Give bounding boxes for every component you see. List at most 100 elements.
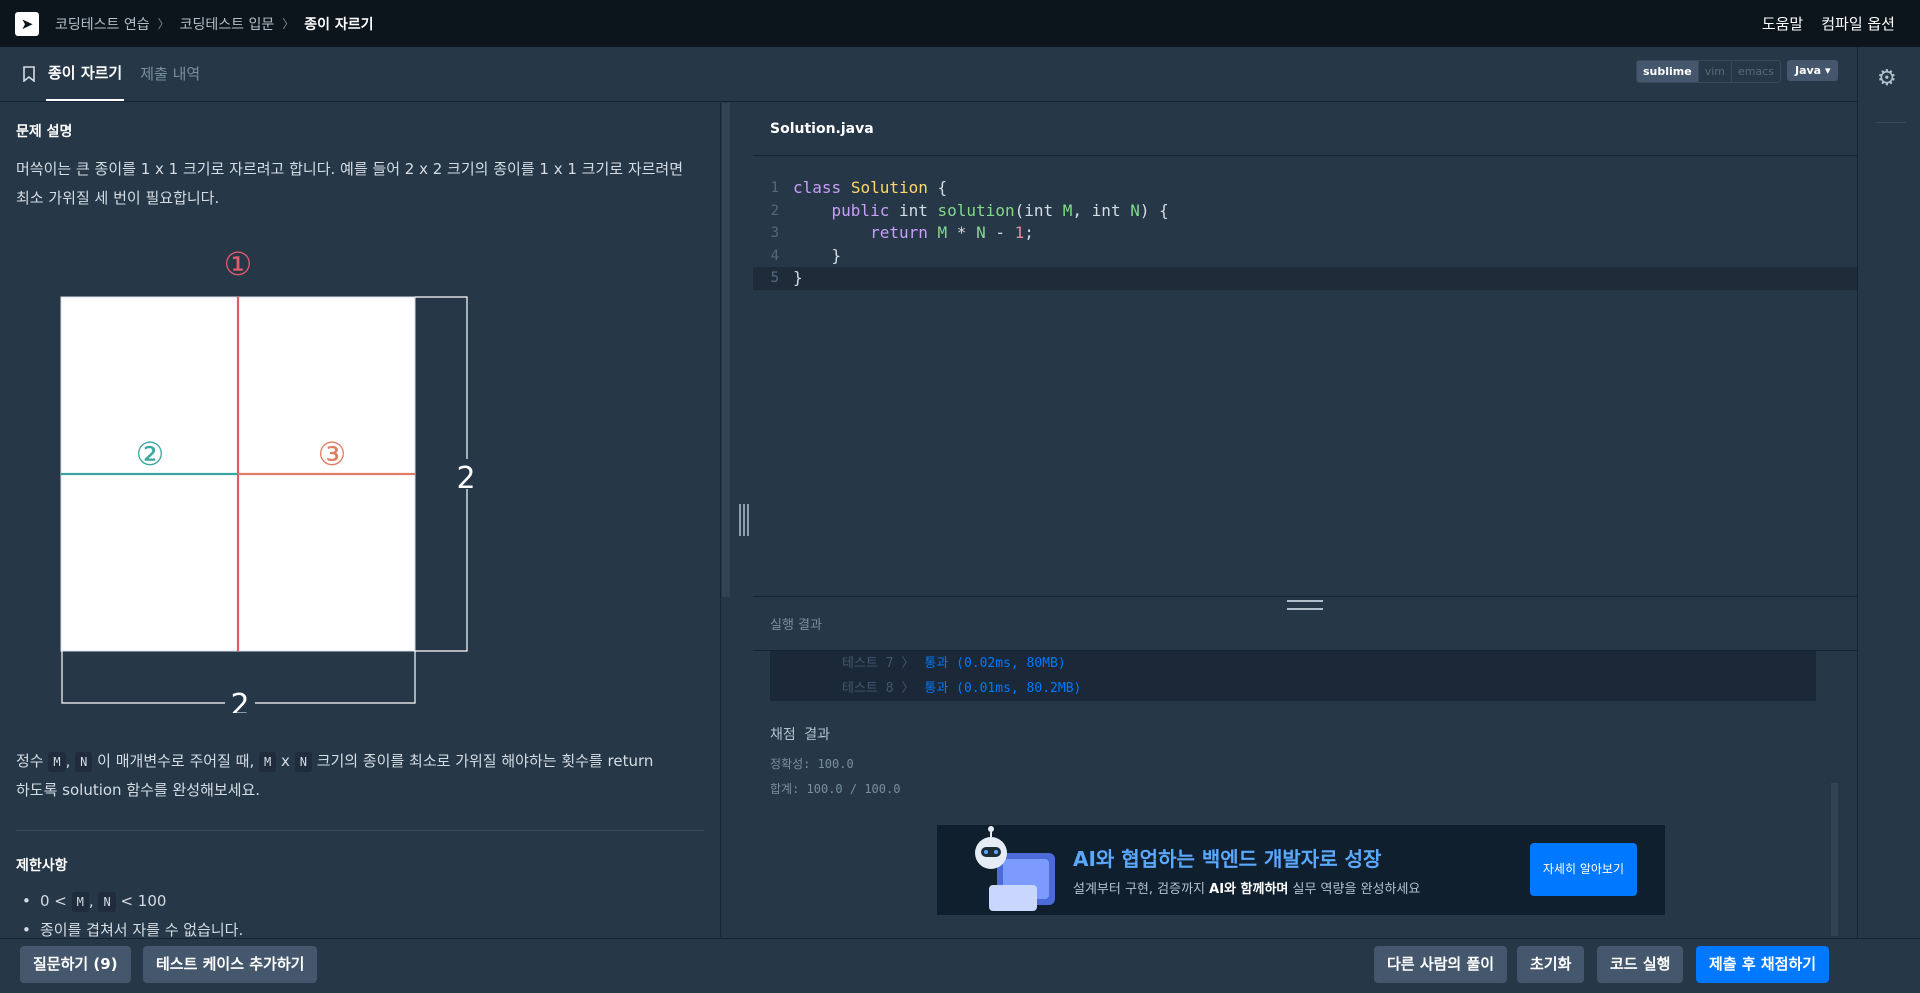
side-length-bottom: 2 [230, 688, 249, 713]
breadcrumb-item-current: 종이 자르기 [304, 16, 374, 33]
language-label: Java [1795, 64, 1822, 77]
banner-text: AI와 협업하는 백엔드 개발자로 성장 설계부터 구현, 검증까지 AI와 함… [1073, 843, 1420, 897]
output-scrollbar[interactable] [1831, 783, 1838, 936]
test-result-row: 테스트 8 〉 통과 (0.01ms, 80.2MB) [842, 676, 1816, 701]
code-editor[interactable]: 1 class Solution { 2 public int solution(… [753, 157, 1857, 595]
text: 설계부터 구현, 검증까지 [1073, 882, 1210, 897]
desc-line-2: 최소 가위질 세 번이 필요합니다. [16, 189, 220, 207]
breadcrumb-item-practice[interactable]: 코딩테스트 연습 [55, 14, 150, 34]
ask-question-button[interactable]: 질문하기 (9) [20, 946, 131, 983]
language-select[interactable]: Java ▾ [1787, 60, 1839, 81]
problem-description: 머쓱이는 큰 종이를 1 x 1 크기로 자르려고 합니다. 예를 들어 2 x… [16, 155, 716, 213]
problem-tabbar: 종이 자르기 제출 내역 [0, 47, 1857, 102]
breadcrumb: 코딩테스트 연습 〉 코딩테스트 입문 〉 종이 자르기 [55, 14, 374, 34]
ad-banner[interactable]: AI와 협업하는 백엔드 개발자로 성장 설계부터 구현, 검증까지 AI와 함… [937, 825, 1665, 915]
editor-mode-toggle: sublime vim emacs [1636, 60, 1782, 83]
top-navbar: ➤ 코딩테스트 연습 〉 코딩테스트 입문 〉 종이 자르기 도움말 컴파일 옵… [0, 0, 1920, 47]
add-test-case-button[interactable]: 테스트 케이스 추가하기 [143, 946, 318, 983]
banner-title: AI와 협업하는 백엔드 개발자로 성장 [1073, 847, 1382, 871]
gear-icon[interactable]: ⚙ [1877, 66, 1897, 91]
help-link[interactable]: 도움말 [1762, 13, 1803, 34]
line-number: 5 [770, 270, 779, 286]
cut-label-3: ③ [318, 435, 347, 473]
problem-task: 정수 M, N 이 매개변수로 주어질 때, M x N 크기의 종이를 최소로… [16, 747, 716, 805]
text: 크기의 종이를 최소로 가위질 해야하는 횟수를 return [311, 752, 654, 770]
breadcrumb-item-intro[interactable]: 코딩테스트 입문 [180, 14, 275, 34]
right-sidebar [1857, 47, 1920, 938]
code-line[interactable]: 3 return M * N - 1; [753, 222, 1857, 245]
mode-emacs[interactable]: emacs [1731, 61, 1780, 82]
test-pass: 통과 (0.01ms, 80.2MB) [924, 681, 1082, 696]
reset-button[interactable]: 초기화 [1517, 946, 1585, 983]
text: 0 < [40, 892, 72, 910]
mode-vim[interactable]: vim [1697, 61, 1731, 82]
chevron-right-icon: 〉 [157, 17, 170, 31]
line-number: 3 [770, 225, 779, 241]
run-code-button[interactable]: 코드 실행 [1597, 946, 1684, 983]
code-line[interactable]: 4 } [753, 245, 1857, 268]
task-line-2: 하도록 solution 함수를 완성해보세요. [16, 781, 261, 799]
submit-button[interactable]: 제출 후 채점하기 [1696, 946, 1830, 983]
test-result-row: 테스트 7 〉 통과 (0.02ms, 80MB) [842, 651, 1816, 676]
code-m: M [48, 752, 66, 772]
banner-learn-more-button[interactable]: 자세히 알아보기 [1529, 843, 1637, 896]
code-n: N [75, 752, 93, 772]
problem-panel: 문제 설명 머쓱이는 큰 종이를 1 x 1 크기로 자르려고 합니다. 예를 … [0, 103, 721, 937]
code-m: M [71, 892, 89, 912]
text: 종이를 겹쳐서 자를 수 없습니다. [40, 921, 244, 937]
programmers-logo-icon[interactable]: ➤ [15, 11, 39, 36]
grade-title: 채점 결과 [770, 727, 830, 743]
line-number: 4 [770, 247, 779, 264]
text: < 100 [115, 892, 167, 910]
code-line[interactable]: 1 class Solution { [753, 177, 1857, 200]
grade-accuracy: 정확성: 100.0 [770, 757, 854, 771]
code-line-active[interactable]: 5} [753, 267, 1857, 290]
editor-filename: Solution.java [753, 103, 1857, 156]
test-pass: 통과 (0.02ms, 80MB) [924, 656, 1066, 671]
text: , [65, 752, 76, 770]
bullet-icon: • [22, 892, 31, 910]
tab-problem[interactable]: 종이 자르기 [46, 46, 125, 101]
robot-illustration-icon [967, 825, 1067, 915]
bullet-icon: • [22, 921, 31, 937]
desc-line-1: 머쓱이는 큰 종이를 1 x 1 크기로 자르려고 합니다. 예를 들어 2 x… [16, 160, 684, 178]
test-results: 테스트 7 〉 통과 (0.02ms, 80MB) 테스트 8 〉 통과 (0.01… [770, 651, 1816, 701]
test-label: 테스트 7 〉 [842, 656, 915, 671]
code-n: N [98, 892, 116, 912]
grading-result: 채점 결과 정확성: 100.0 합계: 100.0 / 100.0 [770, 724, 900, 802]
cut-label-1: ① [224, 245, 253, 283]
side-length-right: 2 [456, 461, 475, 496]
line-number: 1 [770, 180, 779, 196]
code-n: N [294, 752, 312, 772]
code-m: M [259, 752, 277, 772]
tab-submissions[interactable]: 제출 내역 [138, 46, 202, 101]
text: x [281, 752, 290, 770]
compile-options-link[interactable]: 컴파일 옵션 [1821, 13, 1895, 34]
bookmark-icon[interactable] [18, 46, 40, 101]
task-line-1: 정수 M, N 이 매개변수로 주어질 때, M x N 크기의 종이를 최소로… [16, 747, 716, 776]
constraint-item: • 종이를 겹쳐서 자를 수 없습니다. [22, 916, 244, 937]
text: AI와 함께하며 [1209, 882, 1289, 897]
constraints-title: 제한사항 [16, 858, 68, 874]
problem-scrollbar[interactable] [722, 103, 730, 597]
text: , [88, 892, 99, 910]
code-line[interactable]: 2 public int solution(int M, int N) { [753, 200, 1857, 223]
test-label: 테스트 8 〉 [842, 681, 915, 696]
chevron-right-icon: 〉 [282, 17, 295, 31]
panel-resize-handle-icon[interactable] [738, 500, 750, 540]
mode-sublime[interactable]: sublime [1637, 61, 1698, 82]
cut-label-2: ② [136, 435, 165, 473]
output-resize-handle-icon[interactable] [1287, 600, 1323, 610]
text: 이 매개변수로 주어질 때, [92, 752, 259, 770]
caret-down-icon: ▾ [1824, 64, 1831, 77]
line-number: 2 [770, 202, 779, 219]
text: 정수 [16, 752, 49, 770]
other-solutions-button[interactable]: 다른 사람의 풀이 [1374, 946, 1508, 983]
divider [1876, 122, 1906, 123]
text: 실무 역량을 완성하세요 [1288, 882, 1421, 897]
problem-description-title: 문제 설명 [16, 124, 73, 140]
paper-cutting-figure: ① ② ③ 2 2 [60, 245, 480, 713]
grade-total: 합계: 100.0 / 100.0 [770, 782, 901, 796]
divider [16, 830, 704, 831]
banner-subtitle: 설계부터 구현, 검증까지 AI와 함께하며 실무 역량을 완성하세요 [1073, 878, 1420, 897]
